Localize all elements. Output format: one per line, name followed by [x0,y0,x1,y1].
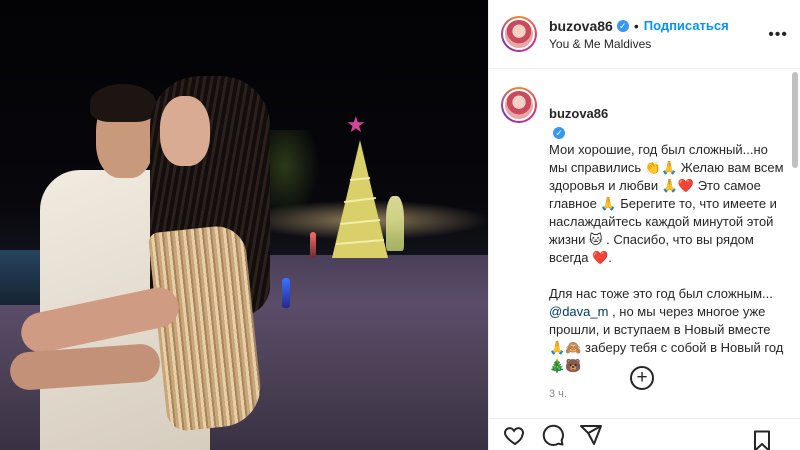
post-side-panel: buzova86 ✓ • Подписаться You & Me Maldiv… [488,0,800,450]
author-avatar[interactable] [501,16,537,52]
woman-face [160,96,210,166]
share-icon[interactable] [579,423,603,447]
caption-text: buzova86 ✓ Мои хорошие, год был сложный.… [549,87,784,403]
more-options-icon[interactable]: ••• [768,26,788,44]
mention-link[interactable]: @dava_m [549,304,608,319]
tree-star: ★ [346,112,366,137]
man-hair [90,84,156,122]
comment-icon[interactable] [541,423,565,447]
christmas-tree [332,140,388,258]
add-circle-icon[interactable]: + [630,366,654,390]
caption-paragraph-2-start: Для нас тоже это год был сложным... [549,286,773,301]
heart-icon[interactable] [503,423,527,447]
location-link[interactable]: You & Me Maldives [549,37,729,51]
verified-badge-icon: ✓ [616,19,629,32]
verified-badge-icon: ✓ [553,127,565,139]
caption-comment: buzova86 ✓ Мои хорошие, год был сложный.… [489,69,800,403]
post-photo[interactable]: ★ [0,0,488,450]
author-username[interactable]: buzova86 [549,18,613,34]
caption-username[interactable]: buzova86 [549,106,608,121]
separator-dot: • [633,17,639,34]
blue-lamp [282,278,290,308]
caption-paragraph-1: Мои хорошие, год был сложный...но мы спр… [549,142,784,265]
caption-avatar[interactable] [501,87,537,123]
small-lit-tree [386,196,404,251]
post-timestamp[interactable]: 3 ч. [549,385,784,403]
scrollbar[interactable] [792,72,798,168]
action-bar [489,418,800,450]
red-lamp [310,232,316,258]
post-header: buzova86 ✓ • Подписаться You & Me Maldiv… [489,0,800,69]
follow-button[interactable]: Подписаться [644,18,729,33]
bookmark-icon[interactable] [750,429,774,450]
